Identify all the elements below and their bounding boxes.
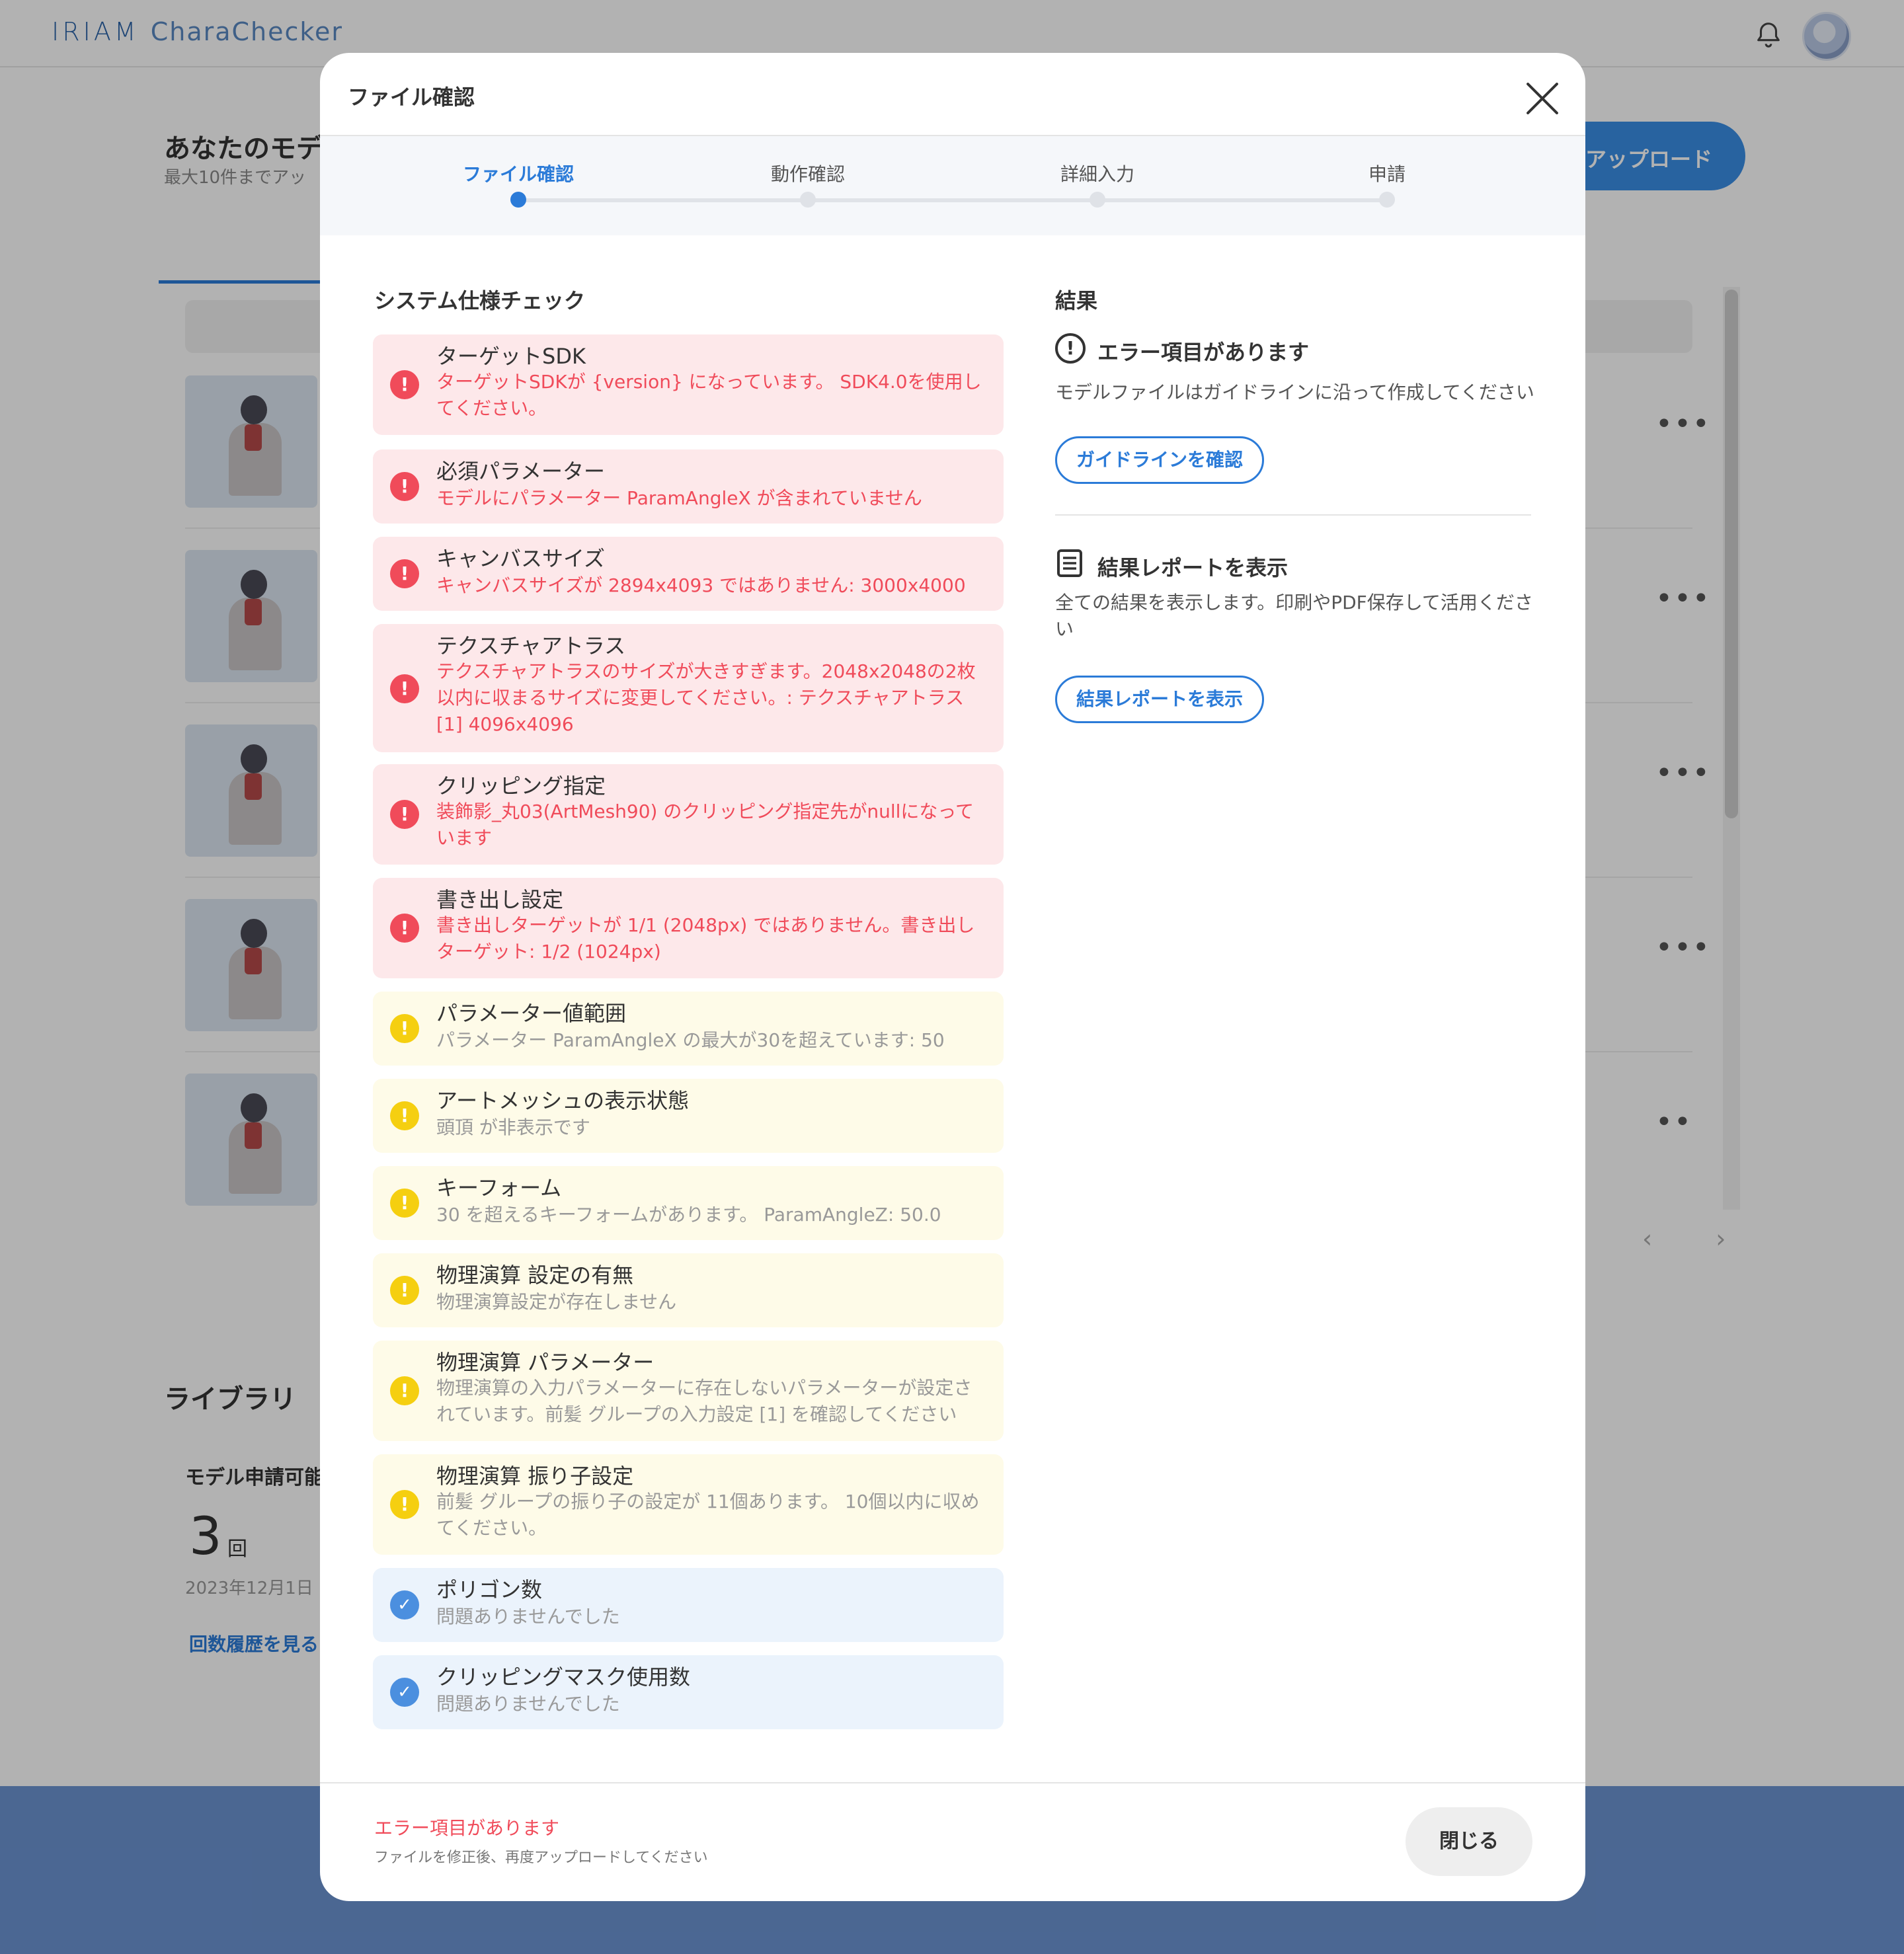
check-desc: 頭頂 が非表示です [436,1116,590,1138]
check-desc: テクスチャアトラスのサイズが大きすぎます。2048x2048の2枚以内に収まるサ… [436,660,976,735]
stepper-track [518,198,1388,202]
footer-error-text: エラー項目があります [374,1817,560,1839]
error-icon: ! [390,559,419,588]
divider [320,1782,1585,1783]
check-title: 物理演算 設定の有無 [436,1263,634,1288]
step-dot-active [510,192,526,208]
result-error-title: エラー項目があります [1097,340,1310,365]
check-desc: 前髪 グループの振り子の設定が 11個あります。 10個以内に収めてください。 [436,1491,980,1539]
error-icon: ! [390,674,419,703]
check-item: ! パラメーター値範囲 パラメーター ParamAngleX の最大が30を超え… [373,992,1004,1066]
check-item: ! 書き出し設定 書き出しターゲットが 1/1 (2048px) ではありません… [373,878,1004,978]
check-item: ! キャンバスサイズ キャンバスサイズが 2894x4093 ではありません: … [373,537,1004,611]
check-item: ! アートメッシュの表示状態 頭頂 が非表示です [373,1079,1004,1153]
error-icon: ! [390,800,419,829]
check-desc: モデルにパラメーター ParamAngleX が含まれていません [436,487,922,509]
check-title: ポリゴン数 [436,1577,543,1602]
error-icon: ! [390,914,419,943]
report-desc: 全ての結果を表示します。印刷やPDF保存して活用ください [1055,592,1533,640]
check-desc: 装飾影_丸03(ArtMesh90) のクリッピング指定先がnullになっていま… [436,801,974,849]
check-title: パラメーター値範囲 [436,1001,627,1026]
check-desc: 物理演算の入力パラメーターに存在しないパラメーターが設定されています。前髪 グル… [436,1377,972,1425]
check-desc: 問題ありませんでした [436,1606,620,1627]
check-item: ! テクスチャアトラス テクスチャアトラスのサイズが大きすぎます。2048x20… [373,624,1004,752]
warning-icon: ! [390,1276,419,1305]
check-title: ターゲットSDK [436,344,586,369]
check-item: ! 物理演算 パラメーター 物理演算の入力パラメーターに存在しないパラメーターが… [373,1341,1004,1441]
check-item: ✓ ポリゴン数 問題ありませんでした [373,1568,1004,1642]
check-item: ✓ クリッピングマスク使用数 問題ありませんでした [373,1655,1004,1729]
file-check-modal: ファイル確認 ファイル確認 動作確認 詳細入力 申請 システム仕様チェック ! … [320,53,1585,1901]
check-title: クリッピングマスク使用数 [436,1664,691,1690]
check-item: ! 物理演算 設定の有無 物理演算設定が存在しません [373,1253,1004,1327]
check-desc: パラメーター ParamAngleX の最大が30を超えています: 50 [436,1029,945,1051]
check-title: クリッピング指定 [436,773,606,799]
guideline-button[interactable]: ガイドラインを確認 [1055,436,1264,484]
divider [1055,514,1531,516]
close-button[interactable]: 閉じる [1406,1807,1532,1876]
warning-icon: ! [390,1189,419,1218]
check-item: ! 物理演算 振り子設定 前髪 グループの振り子の設定が 11個あります。 10… [373,1454,1004,1555]
error-icon: ! [390,370,419,399]
step-apply: 申請 [1368,163,1406,185]
error-icon: ! [390,472,419,501]
step-detail-input: 詳細入力 [1060,163,1134,185]
result-error-desc: モデルファイルはガイドラインに沿って作成してください [1055,381,1534,403]
check-title: アートメッシュの表示状態 [436,1088,690,1113]
step-dot [1379,192,1395,208]
check-item: ! ターゲットSDK ターゲットSDKが {version} になっています。 … [373,334,1004,435]
alert-circle-icon: ! [1055,333,1086,364]
check-title: キャンバスサイズ [436,546,606,571]
check-desc: キャンバスサイズが 2894x4093 ではありません: 3000x4000 [436,574,966,596]
modal-title: ファイル確認 [348,85,475,110]
check-desc: 書き出しターゲットが 1/1 (2048px) ではありません。書き出しターゲッ… [436,914,975,962]
report-title: 結果レポートを表示 [1097,555,1289,580]
check-title: テクスチャアトラス [436,633,626,658]
check-title: 書き出し設定 [436,887,564,912]
check-desc: ターゲットSDKが {version} になっています。 SDK4.0を使用して… [436,371,982,419]
step-dot [1090,192,1105,208]
check-title: 必須パラメーター [436,459,606,484]
warning-icon: ! [390,1490,419,1519]
check-title: 物理演算 パラメーター [436,1350,654,1375]
check-title: キーフォーム [436,1175,562,1200]
report-list-icon [1057,549,1082,577]
warning-icon: ! [390,1101,419,1130]
check-icon: ✓ [390,1590,419,1620]
check-desc: 物理演算設定が存在しません [436,1291,677,1313]
footer-note: ファイルを修正後、再度アップロードしてください [374,1850,708,1866]
check-item: ! 必須パラメーター モデルにパラメーター ParamAngleX が含まれてい… [373,449,1004,524]
check-icon: ✓ [390,1678,419,1707]
warning-icon: ! [390,1014,419,1043]
check-desc: 30 を超えるキーフォームがあります。 ParamAngleZ: 50.0 [436,1204,941,1226]
step-file-check: ファイル確認 [462,163,574,185]
result-title: 結果 [1055,288,1098,313]
check-desc: 問題ありませんでした [436,1693,620,1715]
check-title: 物理演算 振り子設定 [436,1464,634,1489]
check-item: ! クリッピング指定 装飾影_丸03(ArtMesh90) のクリッピング指定先… [373,764,1004,865]
check-item: ! キーフォーム 30 を超えるキーフォームがあります。 ParamAngleZ… [373,1166,1004,1240]
system-check-title: システム仕様チェック [374,288,586,313]
warning-icon: ! [390,1376,419,1405]
step-dot [800,192,816,208]
close-icon[interactable] [1523,79,1562,118]
step-motion-check: 動作確認 [770,163,845,185]
show-report-button[interactable]: 結果レポートを表示 [1055,676,1264,723]
